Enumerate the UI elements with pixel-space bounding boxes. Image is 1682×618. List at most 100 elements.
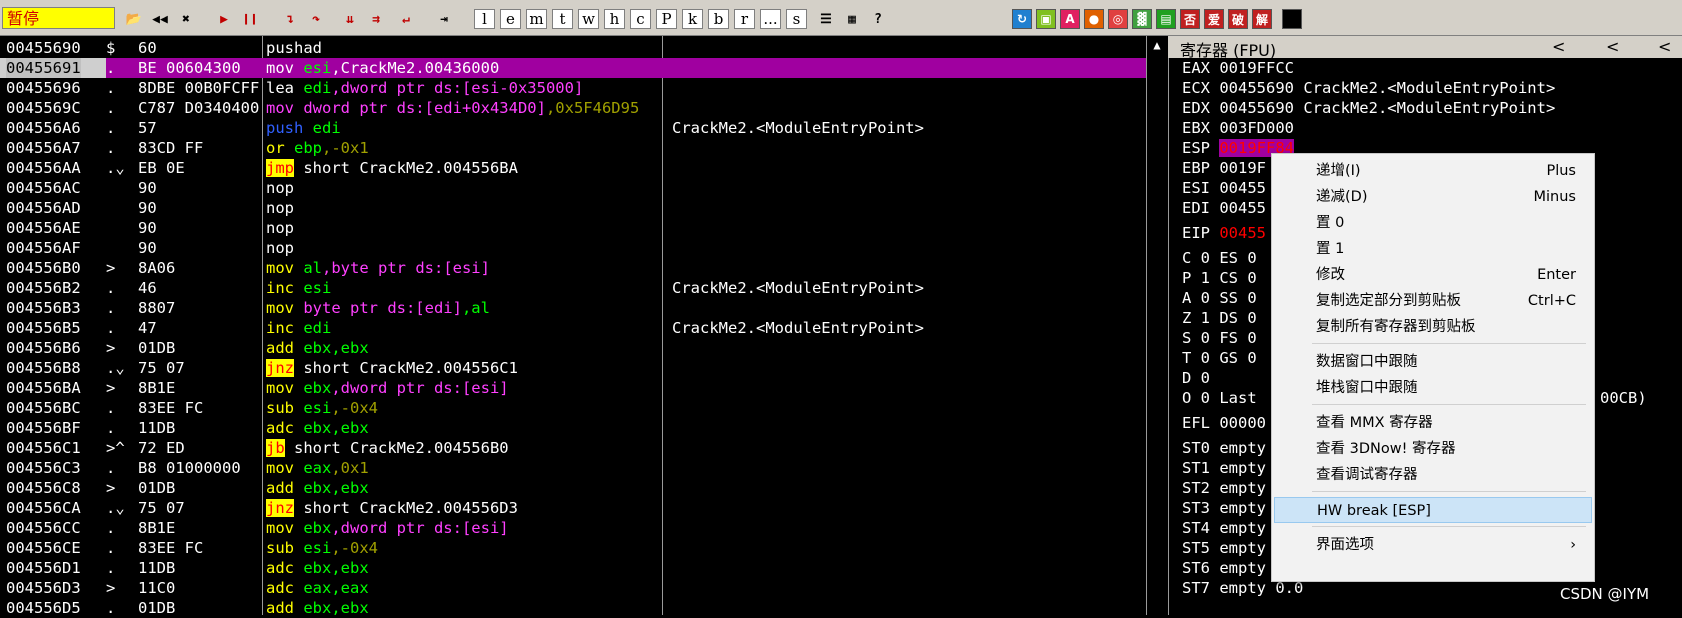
menu-item[interactable]: 查看 MMX 寄存器 [1274, 410, 1592, 436]
disasm-row[interactable]: 004556B5. 47 inc edi CrackMe2.<ModuleEntryP… [0, 318, 1160, 338]
nav-left-icon[interactable]: < [1658, 37, 1671, 56]
toolbar-letter-button[interactable]: e [500, 9, 521, 29]
menu-item[interactable]: 查看 3DNow! 寄存器 [1274, 436, 1592, 462]
register-line[interactable]: ST3 empty [1182, 498, 1266, 518]
register-line[interactable]: A 0 SS 0 [1182, 288, 1257, 308]
menu-item[interactable]: 置 1 [1274, 236, 1592, 262]
toolbar-letter-button[interactable]: w [578, 9, 599, 29]
toolbar-letter-button[interactable]: k [682, 9, 703, 29]
toolbar-letter-button[interactable]: m [526, 9, 547, 29]
help-icon[interactable]: ? [868, 9, 888, 29]
register-line[interactable]: P 1 CS 0 [1182, 268, 1257, 288]
disasm-row[interactable]: 004556AD 90 nop [0, 198, 1160, 218]
disasm-row[interactable]: 004556CA .⌄ 75 07 jnz short CrackMe2.004556… [0, 498, 1160, 518]
color-button-a[interactable]: A [1060, 9, 1080, 29]
disasm-row[interactable]: 004556AE 90 nop [0, 218, 1160, 238]
animate-over-icon[interactable]: ⇉ [366, 9, 386, 29]
disasm-row[interactable]: 004556A6. 57 push edi CrackMe2.<ModuleEntry… [0, 118, 1160, 138]
plugin-icon[interactable]: ▣ [1036, 9, 1056, 29]
toolbar-letter-button[interactable]: h [604, 9, 625, 29]
disasm-row[interactable]: 004556AA .⌄ EB 0E jmp short CrackMe2.004556… [0, 158, 1160, 178]
nav-left-icon[interactable]: < [1606, 37, 1619, 56]
menu-item[interactable]: 复制选定部分到剪贴板 Ctrl+C [1274, 288, 1592, 314]
goto-icon[interactable]: ⇥ [434, 9, 454, 29]
menu-item[interactable]: 复制所有寄存器到剪贴板 [1274, 314, 1592, 340]
disasm-row[interactable]: 004556AC 90 nop [0, 178, 1160, 198]
menu-item[interactable]: 查看调试寄存器 [1274, 462, 1592, 488]
register-line[interactable]: EAX 0019FFCC [1182, 58, 1294, 78]
toolbar-letter-button[interactable]: b [708, 9, 729, 29]
disasm-row[interactable]: 0045569C. C787 D0340400 mov dword ptr ds:[… [0, 98, 1160, 118]
rewind-icon[interactable]: ◀◀ [150, 9, 170, 29]
execute-till-return-icon[interactable]: ↵ [396, 9, 416, 29]
disasm-row[interactable]: 004556C3. B8 01000000 mov eax,0x1 [0, 458, 1160, 478]
register-line[interactable]: EIP 00455 [1182, 223, 1266, 243]
list-icon[interactable]: ☰ [816, 9, 836, 29]
run-icon[interactable]: ▶ [214, 9, 234, 29]
disasm-row[interactable]: 004556C1 >^ 72 ED jb short CrackMe2.004556B… [0, 438, 1160, 458]
register-line[interactable]: ST1 empty [1182, 458, 1266, 478]
color-button-no[interactable]: 否 [1180, 9, 1200, 29]
black-button[interactable] [1282, 9, 1302, 29]
disasm-scrollbar[interactable] [1146, 36, 1167, 615]
disasm-row[interactable]: 00455696. 8DBE 00B0FCFF lea edi,dword ptr … [0, 78, 1160, 98]
menu-item[interactable]: 堆栈窗口中跟随 [1274, 375, 1592, 401]
disasm-row[interactable]: 004556D1. 11DB adc ebx,ebx [0, 558, 1160, 578]
menu-item-hw-break[interactable]: HW break [ESP] [1274, 497, 1592, 523]
register-line[interactable]: ECX 00455690 CrackMe2.<ModuleEntryPoint> [1182, 78, 1555, 98]
toolbar-letter-button[interactable]: s [786, 9, 807, 29]
circle-icon[interactable]: ● [1084, 9, 1104, 29]
disasm-row[interactable]: 004556B6 >01DB add ebx,ebx [0, 338, 1160, 358]
color-button-love[interactable]: 爱 [1204, 9, 1224, 29]
menu-item[interactable]: 修改 Enter [1274, 262, 1592, 288]
menu-item[interactable]: 置 0 [1274, 210, 1592, 236]
register-line[interactable]: S 0 FS 0 [1182, 328, 1257, 348]
window-icon[interactable]: ▤ [1156, 9, 1176, 29]
menu-item[interactable]: 递增(I) Plus [1274, 158, 1592, 184]
register-line[interactable]: ESI 00455 [1182, 178, 1266, 198]
toolbar-letter-button[interactable]: P [656, 9, 677, 29]
disasm-row[interactable]: 00455690 $60 pushad [0, 38, 1160, 58]
register-line[interactable]: EDX 00455690 CrackMe2.<ModuleEntryPoint> [1182, 98, 1555, 118]
toolbar-letter-button[interactable]: c [630, 9, 651, 29]
open-folder-icon[interactable]: 📂 [124, 9, 144, 29]
register-line[interactable]: EFL 00000 [1182, 413, 1266, 433]
register-line[interactable]: EBX 003FD000 [1182, 118, 1294, 138]
disasm-row[interactable]: 004556D3 >11C0 adc eax,eax [0, 578, 1160, 598]
register-line[interactable]: ST4 empty [1182, 518, 1266, 538]
refresh-icon[interactable]: ↻ [1012, 9, 1032, 29]
disasm-row[interactable]: 004556CC. 8B1E mov ebx,dword ptr ds:[esi] [0, 518, 1160, 538]
toolbar-letter-button[interactable]: ... [760, 9, 781, 29]
register-line[interactable]: C 0 ES 0 [1182, 248, 1257, 268]
step-into-icon[interactable]: ↴ [280, 9, 300, 29]
register-line[interactable]: T 0 GS 0 [1182, 348, 1257, 368]
disasm-row[interactable]: 004556CE. 83EE FC sub esi,-0x4 [0, 538, 1160, 558]
disasm-row[interactable]: 004556BA >8B1E mov ebx,dword ptr ds:[esi] [0, 378, 1160, 398]
disasm-row[interactable]: 004556B3. 8807 mov byte ptr ds:[edi],al [0, 298, 1160, 318]
disasm-row[interactable]: 004556BC. 83EE FC sub esi,-0x4 [0, 398, 1160, 418]
color-button-crack[interactable]: 解 [1252, 9, 1272, 29]
disasm-row[interactable]: 004556AF 90 nop [0, 238, 1160, 258]
register-line[interactable]: EDI 00455 [1182, 198, 1266, 218]
toolbar-letter-button[interactable]: l [474, 9, 495, 29]
disasm-row[interactable]: 004556B0 >8A06 mov al,byte ptr ds:[esi] [0, 258, 1160, 278]
register-line[interactable]: ST5 empty [1182, 538, 1266, 558]
menu-item[interactable]: 界面选项 › [1274, 532, 1592, 558]
disasm-row[interactable]: 004556A7. 83CD FF or ebp,-0x1 [0, 138, 1160, 158]
toolbar-letter-button[interactable]: t [552, 9, 573, 29]
disasm-row[interactable]: 004556BF. 11DB adc ebx,ebx [0, 418, 1160, 438]
disasm-row[interactable]: 004556B8 .⌄ 75 07 jnz short CrackMe2.004556… [0, 358, 1160, 378]
menu-item[interactable]: 数据窗口中跟随 [1274, 349, 1592, 375]
grid-icon[interactable]: ▦ [842, 9, 862, 29]
disasm-row[interactable]: 00455691. BE 00604300 mov esi,CrackMe2.004… [0, 58, 1160, 78]
toolbar-letter-button[interactable]: r [734, 9, 755, 29]
register-line[interactable]: EBP 0019F [1182, 158, 1266, 178]
chart-icon[interactable]: ▓ [1132, 9, 1152, 29]
pause-icon[interactable]: ❙❙ [240, 9, 260, 29]
close-icon[interactable]: ✖ [176, 9, 196, 29]
step-over-icon[interactable]: ↷ [306, 9, 326, 29]
register-line[interactable]: O 0 Last [1182, 388, 1257, 408]
target-icon[interactable]: ◎ [1108, 9, 1128, 29]
nav-left-icon[interactable]: < [1552, 37, 1565, 56]
color-button-break[interactable]: 破 [1228, 9, 1248, 29]
